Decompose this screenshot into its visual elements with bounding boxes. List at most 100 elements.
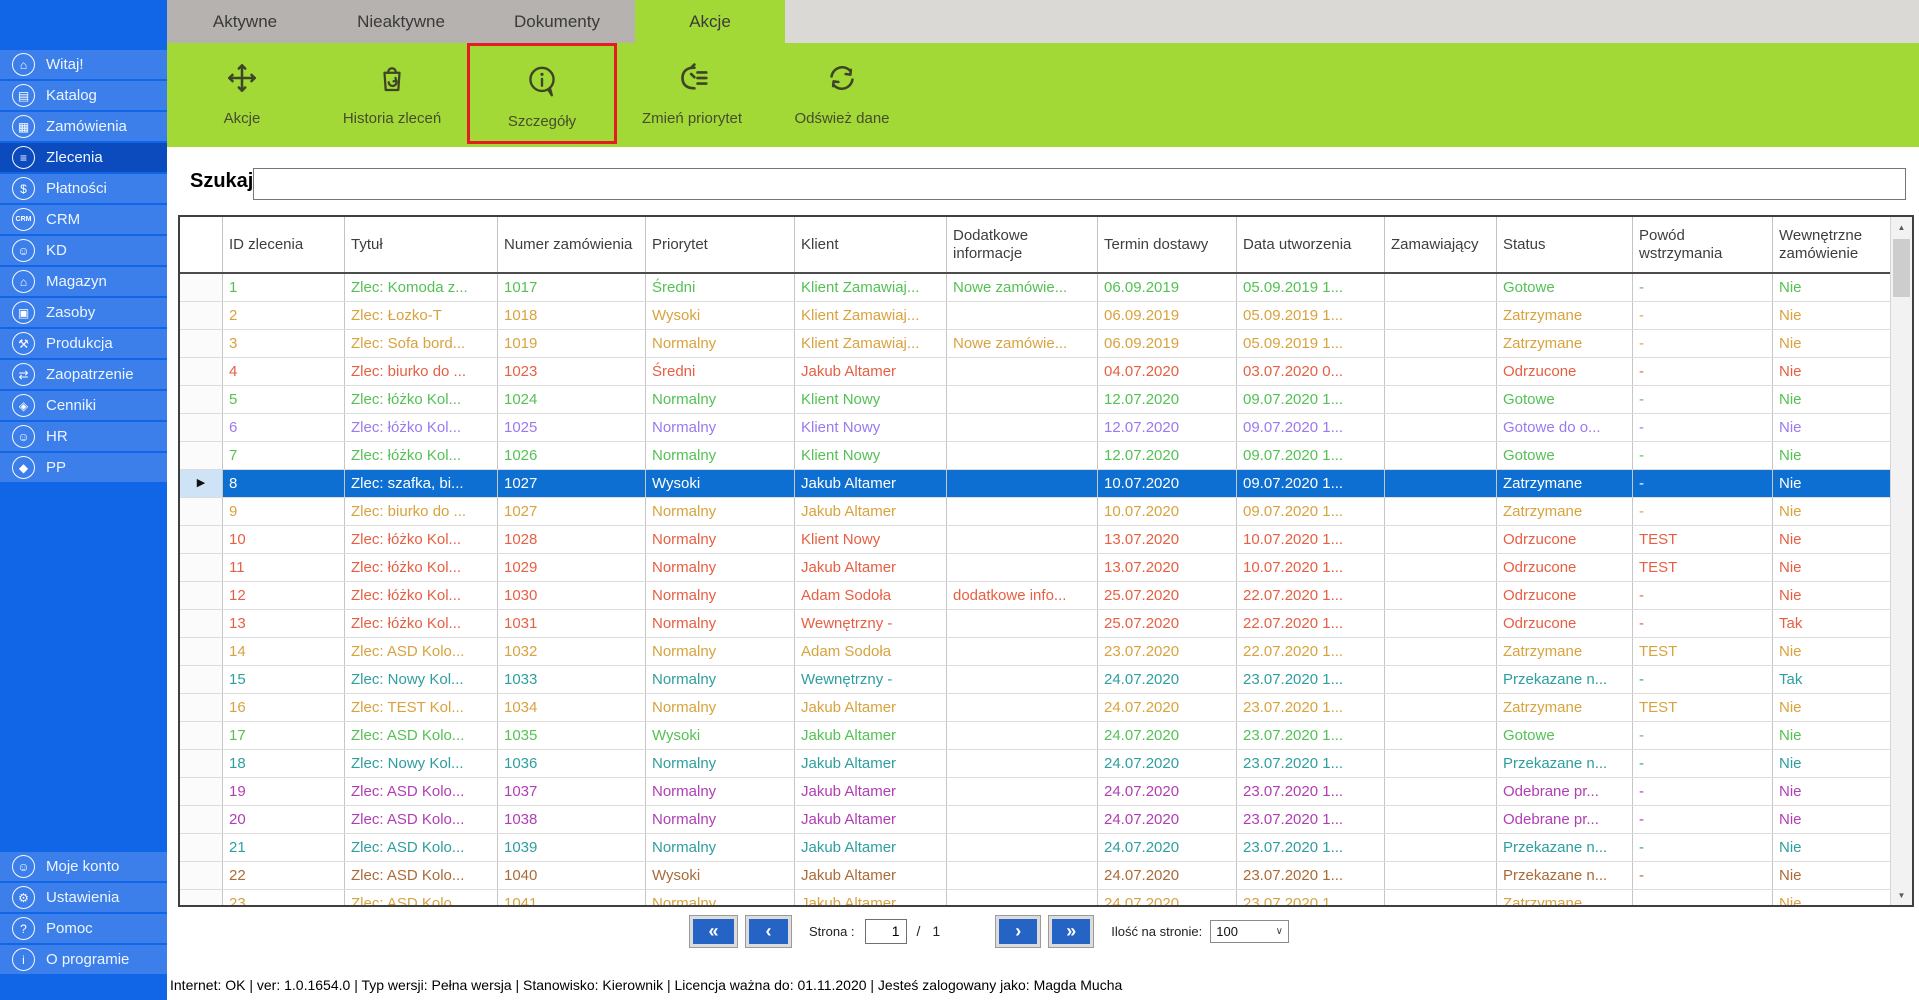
- tab-aktywne[interactable]: Aktywne: [167, 0, 323, 43]
- cell-internal[interactable]: Nie: [1773, 722, 1891, 749]
- sidebar-item-crm[interactable]: CRMCRM: [0, 205, 167, 234]
- cell-hold_reason[interactable]: [1633, 890, 1773, 905]
- cell-order_no[interactable]: 1039: [498, 834, 646, 861]
- cell-extra_info[interactable]: [947, 666, 1098, 693]
- cell-priority[interactable]: Normalny: [646, 806, 795, 833]
- cell-client[interactable]: Jakub Altamer: [795, 358, 947, 385]
- cell-extra_info[interactable]: Nowe zamówie...: [947, 330, 1098, 357]
- cell-priority[interactable]: Normalny: [646, 750, 795, 777]
- cell-client[interactable]: Jakub Altamer: [795, 750, 947, 777]
- cell-client[interactable]: Jakub Altamer: [795, 498, 947, 525]
- cell-delivery_date[interactable]: 24.07.2020: [1098, 806, 1237, 833]
- cell-priority[interactable]: Normalny: [646, 442, 795, 469]
- cell-created_date[interactable]: 05.09.2019 1...: [1237, 302, 1385, 329]
- cell-extra_info[interactable]: [947, 834, 1098, 861]
- cell-extra_info[interactable]: [947, 778, 1098, 805]
- cell-created_date[interactable]: 05.09.2019 1...: [1237, 330, 1385, 357]
- cell-created_date[interactable]: 23.07.2020 1...: [1237, 862, 1385, 889]
- cell-orderer[interactable]: [1385, 358, 1497, 385]
- cell-status[interactable]: Odrzucone: [1497, 582, 1633, 609]
- table-row[interactable]: 20Zlec: ASD Kolo...1038NormalnyJakub Alt…: [180, 806, 1891, 834]
- cell-order_no[interactable]: 1036: [498, 750, 646, 777]
- cell-status[interactable]: Zatrzymane: [1497, 498, 1633, 525]
- table-row[interactable]: 19Zlec: ASD Kolo...1037NormalnyJakub Alt…: [180, 778, 1891, 806]
- cell-delivery_date[interactable]: 06.09.2019: [1098, 330, 1237, 357]
- column-header[interactable]: Powód wstrzymania: [1633, 217, 1773, 272]
- row-marker-header[interactable]: [180, 217, 223, 272]
- cell-orderer[interactable]: [1385, 274, 1497, 301]
- cell-extra_info[interactable]: [947, 302, 1098, 329]
- cell-title[interactable]: Zlec: ASD Kolo...: [345, 890, 498, 905]
- cell-hold_reason[interactable]: TEST: [1633, 694, 1773, 721]
- sidebar-item-pomoc[interactable]: ?Pomoc: [0, 914, 167, 943]
- table-row[interactable]: 11Zlec: łóżko Kol...1029NormalnyJakub Al…: [180, 554, 1891, 582]
- table-row[interactable]: 9Zlec: biurko do ...1027NormalnyJakub Al…: [180, 498, 1891, 526]
- sidebar-item-cenniki[interactable]: ◈Cenniki: [0, 391, 167, 420]
- cell-created_date[interactable]: 09.07.2020 1...: [1237, 442, 1385, 469]
- table-row[interactable]: 6Zlec: łóżko Kol...1025NormalnyKlient No…: [180, 414, 1891, 442]
- cell-client[interactable]: Jakub Altamer: [795, 834, 947, 861]
- cell-title[interactable]: Zlec: Łozko-T: [345, 302, 498, 329]
- column-header[interactable]: Numer zamówienia: [498, 217, 646, 272]
- cell-order_no[interactable]: 1028: [498, 526, 646, 553]
- cell-status[interactable]: Odrzucone: [1497, 526, 1633, 553]
- cell-title[interactable]: Zlec: biurko do ...: [345, 358, 498, 385]
- cell-client[interactable]: Jakub Altamer: [795, 694, 947, 721]
- cell-order_no[interactable]: 1035: [498, 722, 646, 749]
- column-header[interactable]: ID zlecenia: [223, 217, 345, 272]
- cell-orderer[interactable]: [1385, 554, 1497, 581]
- cell-priority[interactable]: Normalny: [646, 386, 795, 413]
- sidebar-item-hr[interactable]: ☺HR: [0, 422, 167, 451]
- cell-delivery_date[interactable]: 23.07.2020: [1098, 638, 1237, 665]
- cell-title[interactable]: Zlec: Sofa bord...: [345, 330, 498, 357]
- cell-created_date[interactable]: 09.07.2020 1...: [1237, 414, 1385, 441]
- cell-priority[interactable]: Normalny: [646, 498, 795, 525]
- cell-id[interactable]: 2: [223, 302, 345, 329]
- table-row[interactable]: 12Zlec: łóżko Kol...1030NormalnyAdam Sod…: [180, 582, 1891, 610]
- cell-title[interactable]: Zlec: łóżko Kol...: [345, 386, 498, 413]
- cell-orderer[interactable]: [1385, 498, 1497, 525]
- sidebar-item-zaopatrzenie[interactable]: ⇄Zaopatrzenie: [0, 360, 167, 389]
- cell-orderer[interactable]: [1385, 302, 1497, 329]
- sidebar-item-katalog[interactable]: ▤Katalog: [0, 81, 167, 110]
- cell-delivery_date[interactable]: 10.07.2020: [1098, 470, 1237, 497]
- cell-client[interactable]: Klient Zamawiaj...: [795, 302, 947, 329]
- cell-internal[interactable]: Nie: [1773, 358, 1891, 385]
- cell-orderer[interactable]: [1385, 582, 1497, 609]
- cell-client[interactable]: Adam Sodoła: [795, 638, 947, 665]
- cell-priority[interactable]: Średni: [646, 358, 795, 385]
- sidebar-item-ustawienia[interactable]: ⚙Ustawienia: [0, 883, 167, 912]
- cell-orderer[interactable]: [1385, 750, 1497, 777]
- cell-title[interactable]: Zlec: szafka, bi...: [345, 470, 498, 497]
- cell-internal[interactable]: Nie: [1773, 694, 1891, 721]
- scroll-up-icon[interactable]: ▲: [1891, 217, 1912, 237]
- cell-hold_reason[interactable]: -: [1633, 414, 1773, 441]
- cell-status[interactable]: Zatrzymane: [1497, 638, 1633, 665]
- cell-internal[interactable]: Nie: [1773, 386, 1891, 413]
- cell-hold_reason[interactable]: -: [1633, 610, 1773, 637]
- cell-orderer[interactable]: [1385, 330, 1497, 357]
- cell-client[interactable]: Klient Nowy: [795, 414, 947, 441]
- cell-internal[interactable]: Nie: [1773, 442, 1891, 469]
- cell-order_no[interactable]: 1040: [498, 862, 646, 889]
- cell-priority[interactable]: Normalny: [646, 330, 795, 357]
- cell-priority[interactable]: Normalny: [646, 582, 795, 609]
- cell-order_no[interactable]: 1033: [498, 666, 646, 693]
- sidebar-item-produkcja[interactable]: ⚒Produkcja: [0, 329, 167, 358]
- cell-id[interactable]: 22: [223, 862, 345, 889]
- cell-delivery_date[interactable]: 13.07.2020: [1098, 554, 1237, 581]
- column-header[interactable]: Wewnętrzne zamówienie: [1773, 217, 1891, 272]
- cell-hold_reason[interactable]: -: [1633, 666, 1773, 693]
- sidebar-item-zasoby[interactable]: ▣Zasoby: [0, 298, 167, 327]
- sidebar-item-moje-konto[interactable]: ☺Moje konto: [0, 852, 167, 881]
- cell-client[interactable]: Jakub Altamer: [795, 806, 947, 833]
- table-row[interactable]: 18Zlec: Nowy Kol...1036NormalnyJakub Alt…: [180, 750, 1891, 778]
- cell-id[interactable]: 19: [223, 778, 345, 805]
- tab-dokumenty[interactable]: Dokumenty: [479, 0, 635, 43]
- column-header[interactable]: Data utworzenia: [1237, 217, 1385, 272]
- table-row[interactable]: 1Zlec: Komoda z...1017ŚredniKlient Zamaw…: [180, 274, 1891, 302]
- cell-hold_reason[interactable]: TEST: [1633, 638, 1773, 665]
- cell-internal[interactable]: Nie: [1773, 834, 1891, 861]
- cell-title[interactable]: Zlec: ASD Kolo...: [345, 806, 498, 833]
- table-row[interactable]: 16Zlec: TEST Kol...1034NormalnyJakub Alt…: [180, 694, 1891, 722]
